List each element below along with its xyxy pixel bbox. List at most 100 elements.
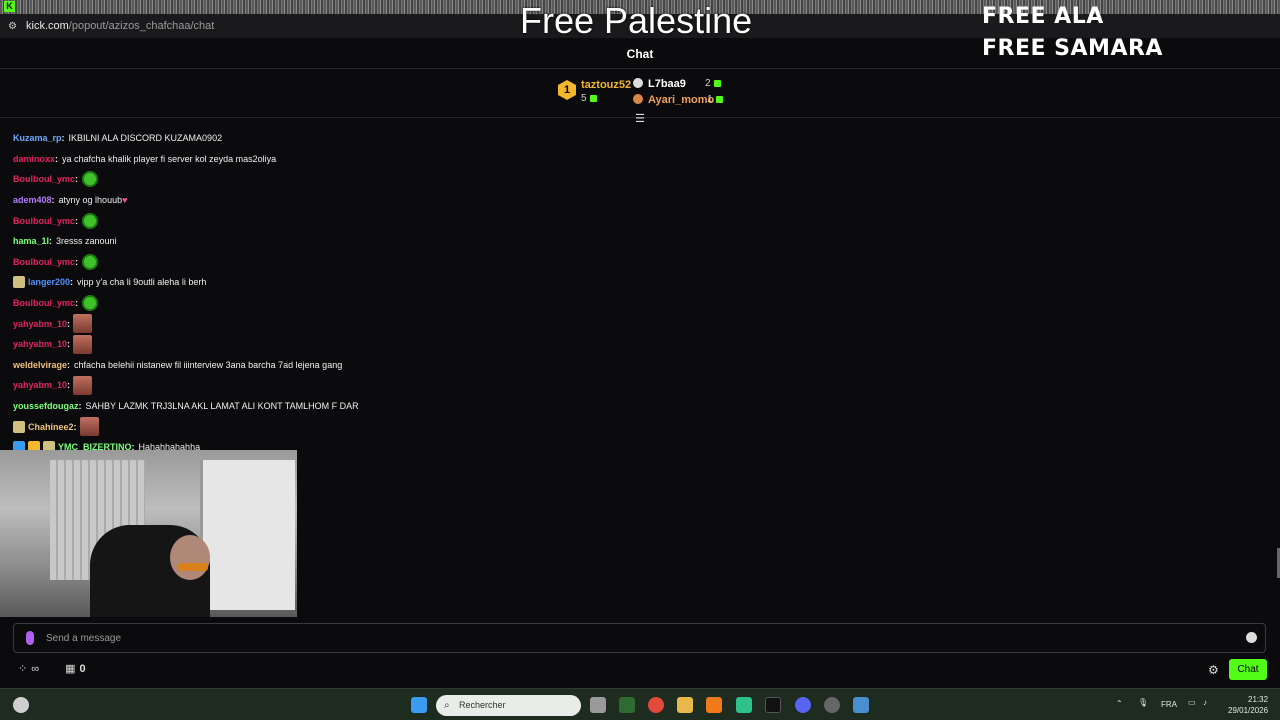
windows-taskbar: ⌕ Rechercher ⌃ 🎙 FRA ▭ ♪ 21:32 29/01/2026 (0, 688, 1280, 720)
tray-chevron-icon[interactable]: ⌃ (1116, 699, 1123, 708)
chat-username[interactable]: Boulboul_ymc (13, 257, 75, 267)
chat-username[interactable]: hama_1l (13, 236, 49, 246)
chat-username[interactable]: Boulboul_ymc (13, 174, 75, 184)
chat-footer-left: ⁘ ∞ ▦ 0 (18, 662, 86, 676)
discord-icon[interactable] (795, 697, 811, 713)
emoji-icon[interactable] (1246, 632, 1257, 643)
chat-username[interactable]: langer200 (28, 277, 70, 287)
username-colon: : (70, 277, 74, 288)
chat-message: Chahinee2: (13, 416, 1013, 437)
points-value: ∞ (31, 662, 40, 675)
username-colon: : (75, 256, 79, 267)
chat-username[interactable]: daminoxx (13, 154, 55, 164)
volume-icon[interactable]: ♪ (1203, 698, 1207, 707)
username-colon: : (73, 421, 77, 432)
chat-message: langer200: vipp y'a cha li 9outli aleha l… (13, 272, 1013, 293)
chat-message-text: IKBILNI ALA DISCORD KUZAMA0902 (68, 133, 223, 144)
taskbar-clock[interactable]: 21:32 29/01/2026 (1228, 694, 1268, 716)
chat-message: yahyabm_10: (13, 334, 1013, 355)
chat-message: adem408: atyny og lhouub ♥ (13, 190, 1013, 211)
kick-favicon-icon: K (4, 1, 15, 12)
site-info-icon[interactable]: ⚙ (8, 21, 20, 32)
face-emote-icon (73, 375, 93, 395)
username-colon: : (78, 401, 82, 412)
language-indicator[interactable]: FRA (1161, 700, 1177, 709)
webcam-sunglasses (178, 563, 208, 571)
chat-message-text: vipp y'a cha li 9outli aleha li berh (77, 277, 207, 288)
points-icon[interactable]: ⁘ (18, 662, 27, 675)
chat-message-text: ya chafcha khalik player fi server kol z… (62, 153, 277, 164)
gift-icon (715, 95, 723, 103)
user-badge-icon (13, 276, 25, 289)
chat-username[interactable]: Boulboul_ymc (13, 298, 75, 308)
webcam-overlay (0, 450, 297, 617)
chat-username[interactable]: yahyabm_10 (13, 319, 67, 329)
collapse-leaderboard-icon[interactable]: ☰ (634, 112, 646, 125)
username-colon: : (67, 380, 71, 391)
gift-icon (589, 94, 597, 102)
username-colon: : (49, 236, 53, 247)
leader-2-name[interactable]: L7baa9 (648, 78, 686, 90)
leader-3-name[interactable]: Ayari_momo (648, 94, 714, 106)
green-emote-icon (82, 171, 99, 188)
leader-1-name[interactable]: taztouz52 (581, 79, 631, 91)
face-emote-icon (73, 314, 93, 334)
chat-username[interactable]: Kuzama_rp (13, 133, 62, 143)
microphone-tray-icon[interactable]: 🎙 (1138, 698, 1148, 707)
store-icon[interactable]: ▦ (65, 662, 75, 675)
taskbar-search-label: Rechercher (459, 700, 506, 710)
chat-message: Kuzama_rp: IKBILNI ALA DISCORD KUZAMA0902 (13, 128, 1013, 149)
app-circle-icon[interactable] (824, 697, 840, 713)
app-green-icon[interactable] (619, 697, 635, 713)
taskbar-search[interactable]: ⌕ Rechercher (436, 695, 581, 716)
green-emote-icon (82, 295, 99, 312)
vlc-icon[interactable] (706, 697, 722, 713)
app-teal-icon[interactable] (736, 697, 752, 713)
send-chat-button[interactable]: Chat (1229, 659, 1267, 680)
username-colon: : (67, 318, 71, 329)
chat-username[interactable]: weldelvirage (13, 360, 67, 370)
username-colon: : (75, 174, 79, 185)
leader-1-count: 5 (581, 93, 597, 104)
face-emote-icon (79, 417, 99, 437)
chat-username[interactable]: youssefdougaz (13, 401, 79, 411)
username-colon: : (67, 339, 71, 350)
chat-message: yahyabm_10: (13, 375, 1013, 396)
app-dark-icon[interactable] (765, 697, 781, 713)
file-explorer-icon[interactable] (677, 697, 693, 713)
message-input[interactable] (46, 624, 1226, 652)
overlay-free-palestine: Free Palestine (520, 0, 753, 41)
chat-settings-gear-icon[interactable]: ⚙ (1208, 663, 1219, 677)
chat-username[interactable]: Boulboul_ymc (13, 216, 75, 226)
message-input-box[interactable] (13, 623, 1266, 653)
weather-icon[interactable] (13, 697, 29, 713)
rank-3-badge-icon (633, 94, 643, 104)
green-emote-icon (82, 212, 99, 229)
username-colon: : (61, 133, 65, 144)
chat-messages: Kuzama_rp: IKBILNI ALA DISCORD KUZAMA0902… (13, 128, 1013, 458)
chat-username[interactable]: yahyabm_10 (13, 339, 67, 349)
chat-message: daminoxx: ya chafcha khalik player fi ser… (13, 149, 1013, 170)
chat-message-text: chfacha belehii nistanew fil iiinterview… (74, 359, 343, 370)
leader-3-count: 1 (707, 94, 723, 105)
rank-2-badge-icon (633, 78, 643, 88)
green-emote-icon (82, 253, 99, 270)
chat-message-text: atyny og lhouub (58, 195, 123, 206)
chat-username[interactable]: adem408 (13, 195, 52, 205)
overlay-free-ala: FREE ALA (982, 4, 1104, 29)
chat-message: weldelvirage: chfacha belehii nistanew fi… (13, 355, 1013, 376)
chrome-icon[interactable] (648, 697, 664, 713)
task-view-icon[interactable] (590, 697, 606, 713)
settings-app-icon[interactable] (853, 697, 869, 713)
overlay-free-samara: FREE SAMARA (982, 36, 1163, 61)
username-colon: : (55, 153, 59, 164)
search-icon: ⌕ (444, 700, 450, 711)
network-icon[interactable]: ▭ (1188, 698, 1196, 707)
chat-message: yahyabm_10: (13, 313, 1013, 334)
start-windows-icon[interactable] (411, 697, 427, 713)
store-count: 0 (79, 662, 86, 675)
clock-date: 29/01/2026 (1228, 706, 1269, 715)
chat-username[interactable]: Chahinee2 (28, 422, 74, 432)
chat-username[interactable]: yahyabm_10 (13, 380, 67, 390)
mic-icon[interactable] (26, 631, 34, 645)
